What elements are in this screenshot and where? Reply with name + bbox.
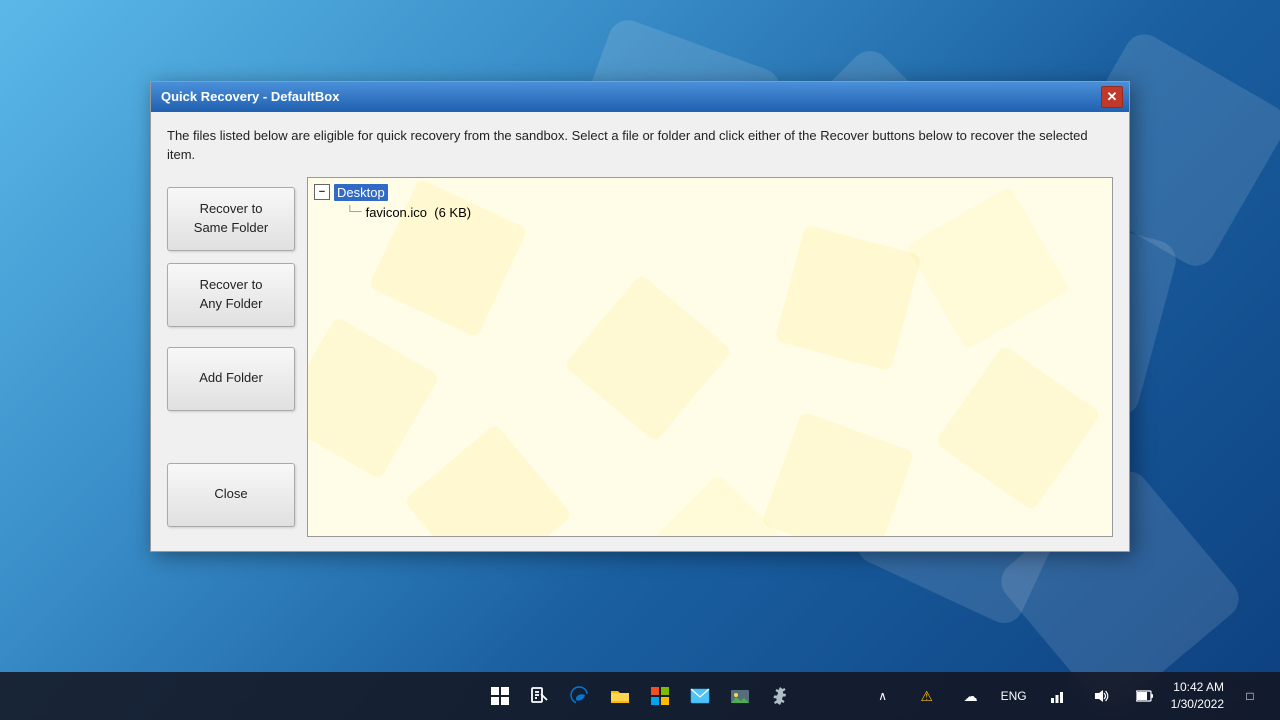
taskbar-volume-icon[interactable] <box>1083 678 1119 714</box>
taskbar-icon-mail[interactable] <box>682 678 718 714</box>
close-dialog-button[interactable]: Close <box>167 463 295 527</box>
taskbar-icon-settings[interactable] <box>762 678 798 714</box>
clock-date: 1/30/2022 <box>1171 696 1224 713</box>
close-button[interactable]: ✕ <box>1101 86 1123 108</box>
taskbar-icon-explorer[interactable] <box>602 678 638 714</box>
taskbar-icon-photos[interactable] <box>722 678 758 714</box>
folder-desktop[interactable]: Desktop <box>334 184 388 201</box>
file-connector-line: └─ <box>346 206 362 218</box>
dialog-overlay: Quick Recovery - DefaultBox ✕ The files … <box>0 0 1280 672</box>
taskbar-warning-icon[interactable]: ⚠ <box>909 678 945 714</box>
taskbar-center <box>482 678 798 714</box>
taskbar-icon-store[interactable] <box>642 678 678 714</box>
taskbar-language[interactable]: ENG <box>997 689 1031 703</box>
dialog-body: Recover toSame Folder Recover toAny Fold… <box>167 177 1113 537</box>
dialog-title: Quick Recovery - DefaultBox <box>161 89 339 104</box>
collapse-icon[interactable]: − <box>314 184 330 200</box>
dialog-description: The files listed below are eligible for … <box>167 126 1113 165</box>
taskbar-right: ∧ ⚠ ☁ ENG 10 <box>865 678 1268 714</box>
clock-time: 10:42 AM <box>1171 679 1224 696</box>
start-button[interactable] <box>482 678 518 714</box>
taskbar-network-icon[interactable] <box>1039 678 1075 714</box>
taskbar-icon-search[interactable] <box>522 678 558 714</box>
add-folder-button[interactable]: Add Folder <box>167 347 295 411</box>
recover-any-folder-button[interactable]: Recover toAny Folder <box>167 263 295 327</box>
taskbar-battery-icon[interactable] <box>1127 678 1163 714</box>
taskbar-chevron-up[interactable]: ∧ <box>865 678 901 714</box>
taskbar: ∧ ⚠ ☁ ENG 10 <box>0 672 1280 720</box>
taskbar-cloud-icon[interactable]: ☁ <box>953 678 989 714</box>
file-item-favicon[interactable]: └─ favicon.ico (6 KB) <box>346 205 1106 220</box>
dialog-content: The files listed below are eligible for … <box>151 112 1129 551</box>
taskbar-notification-icon[interactable]: □ <box>1232 678 1268 714</box>
taskbar-icon-edge[interactable] <box>562 678 598 714</box>
file-name[interactable]: favicon.ico (6 KB) <box>366 205 472 220</box>
language-label: ENG <box>1001 689 1027 703</box>
button-panel: Recover toSame Folder Recover toAny Fold… <box>167 177 307 537</box>
file-tree-panel[interactable]: − Desktop └─ favicon.ico (6 KB) <box>307 177 1113 537</box>
recover-same-folder-button[interactable]: Recover toSame Folder <box>167 187 295 251</box>
title-bar[interactable]: Quick Recovery - DefaultBox ✕ <box>151 82 1129 112</box>
taskbar-clock[interactable]: 10:42 AM 1/30/2022 <box>1171 679 1224 713</box>
quick-recovery-dialog: Quick Recovery - DefaultBox ✕ The files … <box>150 81 1130 552</box>
tree-root-item[interactable]: − Desktop <box>314 184 1106 201</box>
